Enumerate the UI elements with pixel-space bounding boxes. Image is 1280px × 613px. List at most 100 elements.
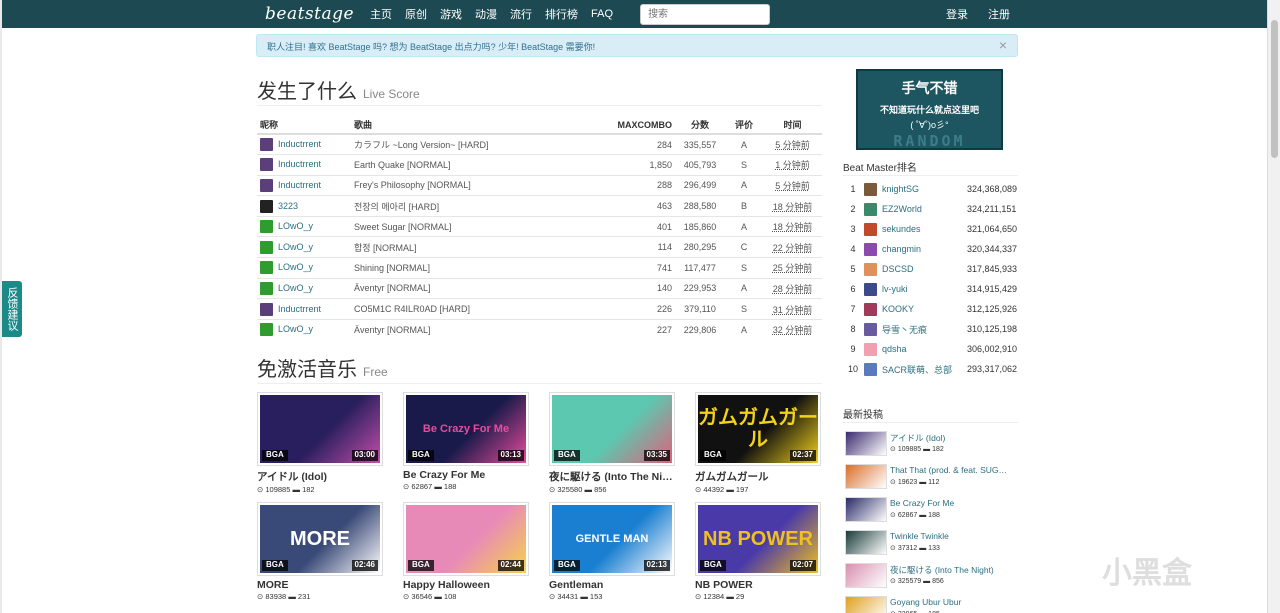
post-thumbnail[interactable] <box>845 431 887 456</box>
user-avatar[interactable] <box>260 240 273 254</box>
user-avatar[interactable] <box>260 281 273 295</box>
user-avatar[interactable] <box>864 282 877 296</box>
song-link[interactable]: Sweet Sugar [NORMAL] <box>354 222 452 232</box>
nav-link-ranking[interactable]: 排行榜 <box>545 6 578 22</box>
music-title[interactable]: ガムガムガール <box>695 469 821 484</box>
rank-user-link[interactable]: DSCSD <box>882 264 967 274</box>
latest-post[interactable]: 夜に駆ける (Into The Night) ⊙ 325579 ▬ 856 <box>845 563 1020 594</box>
song-link[interactable]: Äventyr [NORMAL] <box>354 283 431 293</box>
user-avatar[interactable] <box>260 302 273 316</box>
rank-user-link[interactable]: knightSG <box>882 184 967 194</box>
rank-user-link[interactable]: changmin <box>882 244 967 254</box>
alert-close-button[interactable]: × <box>999 37 1007 53</box>
music-title[interactable]: 夜に駆ける (Into The Night) <box>549 469 675 484</box>
music-card[interactable]: BGA 02:44 Happy Halloween ⊙ 36546 ▬ 108 <box>403 502 529 601</box>
post-title[interactable]: Be Crazy For Me <box>890 498 1010 508</box>
rank-user-link[interactable]: lv-yuki <box>882 284 967 294</box>
music-thumbnail[interactable]: MORE BGA 02:46 <box>257 502 383 576</box>
latest-post[interactable]: Be Crazy For Me ⊙ 62867 ▬ 188 <box>845 497 1020 528</box>
music-thumbnail[interactable]: BGA 03:35 <box>549 392 675 466</box>
user-avatar[interactable] <box>260 138 273 152</box>
user-avatar[interactable] <box>864 322 877 336</box>
login-link[interactable]: 登录 <box>946 6 968 22</box>
user-avatar[interactable] <box>864 362 877 376</box>
page-scrollbar[interactable] <box>1267 0 1280 613</box>
rank-user-link[interactable]: sekundes <box>882 224 967 234</box>
rank-user-link[interactable]: SACR联萌、总部 <box>882 363 967 376</box>
post-thumbnail[interactable] <box>845 530 887 555</box>
post-title[interactable]: That That (prod. & feat. SUGA of BTS) <box>890 465 1010 475</box>
music-card[interactable]: BGA 03:00 アイドル (Idol) ⊙ 109885 ▬ 182 <box>257 392 383 494</box>
music-card[interactable]: MORE BGA 02:46 MORE ⊙ 83938 ▬ 231 <box>257 502 383 601</box>
nav-link-faq[interactable]: FAQ <box>591 8 613 20</box>
rank-user-link[interactable]: 导雪丶无痕 <box>882 323 967 336</box>
music-card[interactable]: NB POWER BGA 02:07 NB POWER ⊙ 12384 ▬ 29 <box>695 502 821 601</box>
music-thumbnail[interactable]: GENTLE MAN BGA 02:13 <box>549 502 675 576</box>
user-avatar[interactable] <box>864 262 877 276</box>
user-link[interactable]: Inductrrent <box>278 180 321 190</box>
music-title[interactable]: NB POWER <box>695 579 821 591</box>
user-avatar[interactable] <box>260 158 273 172</box>
user-avatar[interactable] <box>260 323 273 337</box>
post-title[interactable]: Goyang Ubur Ubur <box>890 597 1010 607</box>
music-title[interactable]: Gentleman <box>549 579 675 591</box>
post-thumbnail[interactable] <box>845 596 887 613</box>
music-card[interactable]: Be Crazy For Me BGA 03:13 Be Crazy For Me ⊙ … <box>403 392 529 491</box>
music-thumbnail[interactable]: BGA 03:00 <box>257 392 383 466</box>
music-thumbnail[interactable]: BGA 02:44 <box>403 502 529 576</box>
user-link[interactable]: Inductrrent <box>278 303 321 313</box>
song-link[interactable]: CO5M1C R4ILR0AD [HARD] <box>354 304 470 314</box>
user-link[interactable]: Inductrrent <box>278 139 321 149</box>
song-link[interactable]: Shining [NORMAL] <box>354 263 430 273</box>
latest-post[interactable]: Twinkle Twinkle ⊙ 37312 ▬ 133 <box>845 530 1020 561</box>
post-title[interactable]: アイドル (Idol) <box>890 432 1010 444</box>
search-input[interactable] <box>640 3 771 25</box>
site-logo[interactable]: beatstage <box>265 4 354 24</box>
nav-link-home[interactable]: 主页 <box>370 6 392 22</box>
user-link[interactable]: LOwO_y <box>278 324 313 334</box>
music-card[interactable]: BGA 03:35 夜に駆ける (Into The Night) ⊙ 325580 ▬… <box>549 392 675 494</box>
rank-user-link[interactable]: qdsha <box>882 344 967 354</box>
song-link[interactable]: 합정 [NORMAL] <box>354 243 417 253</box>
rank-user-link[interactable]: EZ2World <box>882 204 967 214</box>
song-link[interactable]: 전장의 메아리 [HARD] <box>354 202 439 212</box>
random-song-banner[interactable]: 手气不错 不知道玩什么就点这里吧 ( ˚∀˚)o彡° RANDOM <box>856 69 1003 150</box>
rank-user-link[interactable]: KOOKY <box>882 304 967 314</box>
user-link[interactable]: 3223 <box>278 200 298 210</box>
song-link[interactable]: Frey's Philosophy [NORMAL] <box>354 180 471 190</box>
latest-post[interactable]: アイドル (Idol) ⊙ 109885 ▬ 182 <box>845 431 1020 462</box>
music-title[interactable]: MORE <box>257 579 383 591</box>
latest-post[interactable]: Goyang Ubur Ubur⊙ 33065 ▬ 185 <box>845 596 1020 613</box>
user-avatar[interactable] <box>260 261 273 275</box>
user-avatar[interactable] <box>260 178 273 192</box>
post-thumbnail[interactable] <box>845 563 887 588</box>
music-thumbnail[interactable]: Be Crazy For Me BGA 03:13 <box>403 392 529 466</box>
music-thumbnail[interactable]: ガムガムガール BGA 02:37 <box>695 392 821 466</box>
user-avatar[interactable] <box>260 199 273 213</box>
user-avatar[interactable] <box>864 202 877 216</box>
post-title[interactable]: Twinkle Twinkle <box>890 531 1010 541</box>
user-link[interactable]: LOwO_y <box>278 221 313 231</box>
feedback-tab[interactable]: 反馈建议 <box>2 281 22 337</box>
song-link[interactable]: カラフル ~Long Version~ [HARD] <box>354 140 489 150</box>
song-link[interactable]: Äventyr [NORMAL] <box>354 325 431 335</box>
music-card[interactable]: GENTLE MAN BGA 02:13 Gentleman ⊙ 34431 ▬ 153 <box>549 502 675 601</box>
post-title[interactable]: 夜に駆ける (Into The Night) <box>890 564 1010 576</box>
user-avatar[interactable] <box>864 242 877 256</box>
song-link[interactable]: Earth Quake [NORMAL] <box>354 160 451 170</box>
post-thumbnail[interactable] <box>845 497 887 522</box>
nav-link-original[interactable]: 原创 <box>405 6 427 22</box>
music-card[interactable]: ガムガムガール BGA 02:37 ガムガムガール ⊙ 44392 ▬ 197 <box>695 392 821 494</box>
music-title[interactable]: Be Crazy For Me <box>403 469 529 481</box>
register-link[interactable]: 注册 <box>988 6 1010 22</box>
user-avatar[interactable] <box>864 302 877 316</box>
music-thumbnail[interactable]: NB POWER BGA 02:07 <box>695 502 821 576</box>
user-link[interactable]: LOwO_y <box>278 283 313 293</box>
music-title[interactable]: アイドル (Idol) <box>257 469 383 484</box>
music-title[interactable]: Happy Halloween <box>403 579 529 591</box>
post-thumbnail[interactable] <box>845 464 887 489</box>
latest-post[interactable]: That That (prod. & feat. SUGA of BTS) ⊙ 1… <box>845 464 1020 495</box>
user-avatar[interactable] <box>260 220 273 234</box>
user-avatar[interactable] <box>864 342 877 356</box>
nav-link-anime[interactable]: 动漫 <box>475 6 497 22</box>
